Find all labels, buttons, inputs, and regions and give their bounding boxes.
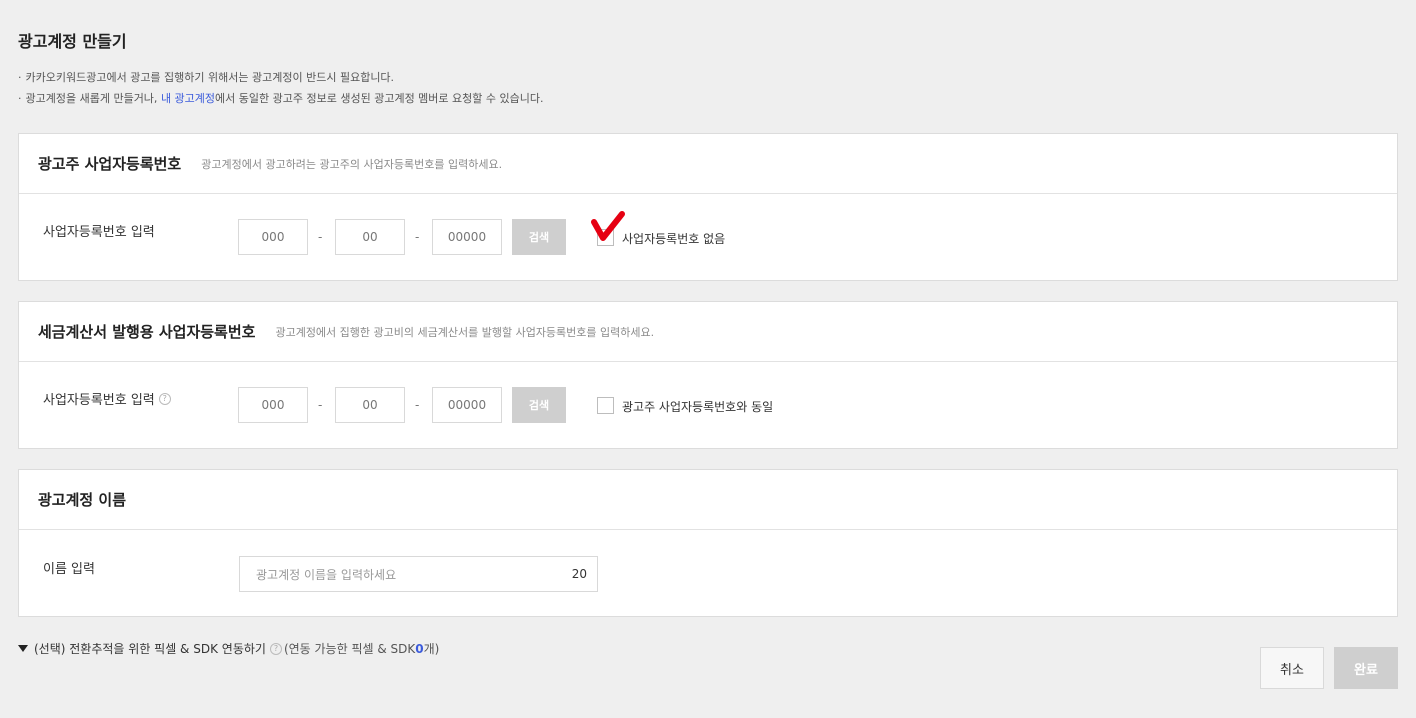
section-header: 광고주 사업자등록번호 광고계정에서 광고하려는 광고주의 사업자등록번호를 입… xyxy=(19,134,1397,194)
section-title: 광고계정 이름 xyxy=(38,491,127,509)
row-label-text: 사업자등록번호 입력 xyxy=(43,393,155,408)
name-input-placeholder: 광고계정 이름을 입력하세요 xyxy=(256,567,397,582)
notice-line-2: · 광고계정을 새롭게 만들거나, 내 광고계정에서 동일한 광고주 정보로 생성… xyxy=(18,90,544,106)
cancel-button[interactable]: 취소 xyxy=(1260,647,1324,689)
red-check-annotation-icon xyxy=(591,211,625,241)
notice-text-1: 카카오키워드광고에서 광고를 집행하기 위해서는 광고계정이 반드시 필요합니다… xyxy=(25,71,395,84)
no-business-number-label[interactable]: 사업자등록번호 없음 xyxy=(622,230,725,247)
row-label: 사업자등록번호 입력 ? xyxy=(43,389,171,408)
pixel-sdk-count: 0 xyxy=(415,641,424,656)
char-count: 20 xyxy=(571,567,587,581)
search-button[interactable]: 검색 xyxy=(512,387,566,423)
separator: - xyxy=(415,398,420,412)
section-header: 세금계산서 발행용 사업자등록번호 광고계정에서 집행한 광고비의 세금계산서를… xyxy=(19,302,1397,362)
section-title: 세금계산서 발행용 사업자등록번호 xyxy=(38,323,256,341)
ad-account-name-section: 광고계정 이름 이름 입력 광고계정 이름을 입력하세요 20 xyxy=(18,469,1398,617)
row-label: 이름 입력 xyxy=(43,562,95,577)
section-description: 광고계정에서 집행한 광고비의 세금계산서를 발행할 사업자등록번호를 입력하세… xyxy=(275,325,655,339)
done-button[interactable]: 완료 xyxy=(1334,647,1398,689)
caret-down-icon xyxy=(18,645,28,652)
pixel-sdk-sub-pre: (연동 가능한 픽셀 & SDK xyxy=(283,642,416,656)
separator: - xyxy=(318,230,323,244)
search-button[interactable]: 검색 xyxy=(512,219,566,255)
business-number-field-1[interactable]: 000 xyxy=(238,387,308,423)
bullet: · xyxy=(18,71,22,84)
same-as-advertiser-checkbox[interactable] xyxy=(597,397,614,414)
row-label: 사업자등록번호 입력 xyxy=(43,225,155,240)
section-title: 광고주 사업자등록번호 xyxy=(38,155,182,173)
business-number-field-3[interactable]: 00000 xyxy=(432,219,502,255)
advertiser-business-number-section: 광고주 사업자등록번호 광고계정에서 광고하려는 광고주의 사업자등록번호를 입… xyxy=(18,133,1398,281)
separator: - xyxy=(318,398,323,412)
separator: - xyxy=(415,230,420,244)
notice-text-2-pre: 광고계정을 새롭게 만들거나, xyxy=(25,92,161,105)
notice-line-1: · 카카오키워드광고에서 광고를 집행하기 위해서는 광고계정이 반드시 필요합니… xyxy=(18,69,394,85)
my-ad-account-link[interactable]: 내 광고계정 xyxy=(161,92,215,105)
business-number-field-2[interactable]: 00 xyxy=(335,387,405,423)
pixel-sdk-sub-post: 개) xyxy=(423,642,440,656)
bullet: · xyxy=(18,92,22,105)
page-title: 광고계정 만들기 xyxy=(18,32,127,51)
business-number-field-2[interactable]: 00 xyxy=(335,219,405,255)
help-icon[interactable]: ? xyxy=(158,392,171,405)
help-icon[interactable]: ? xyxy=(269,642,282,655)
ad-account-name-input[interactable]: 광고계정 이름을 입력하세요 20 xyxy=(239,556,598,592)
business-number-field-1[interactable]: 000 xyxy=(238,219,308,255)
same-as-advertiser-label[interactable]: 광고주 사업자등록번호와 동일 xyxy=(622,398,773,415)
business-number-field-3[interactable]: 00000 xyxy=(432,387,502,423)
notice-text-2-post: 에서 동일한 광고주 정보로 생성된 광고계정 멤버로 요청할 수 있습니다. xyxy=(215,92,544,105)
pixel-sdk-label[interactable]: (선택) 전환추적을 위한 픽셀 & SDK 연동하기 xyxy=(34,640,266,657)
pixel-sdk-toggle[interactable]: (선택) 전환추적을 위한 픽셀 & SDK 연동하기 ? (연동 가능한 픽셀… xyxy=(18,640,439,657)
section-header: 광고계정 이름 xyxy=(19,470,1397,530)
tax-invoice-business-number-section: 세금계산서 발행용 사업자등록번호 광고계정에서 집행한 광고비의 세금계산서를… xyxy=(18,301,1398,449)
section-description: 광고계정에서 광고하려는 광고주의 사업자등록번호를 입력하세요. xyxy=(201,157,503,171)
